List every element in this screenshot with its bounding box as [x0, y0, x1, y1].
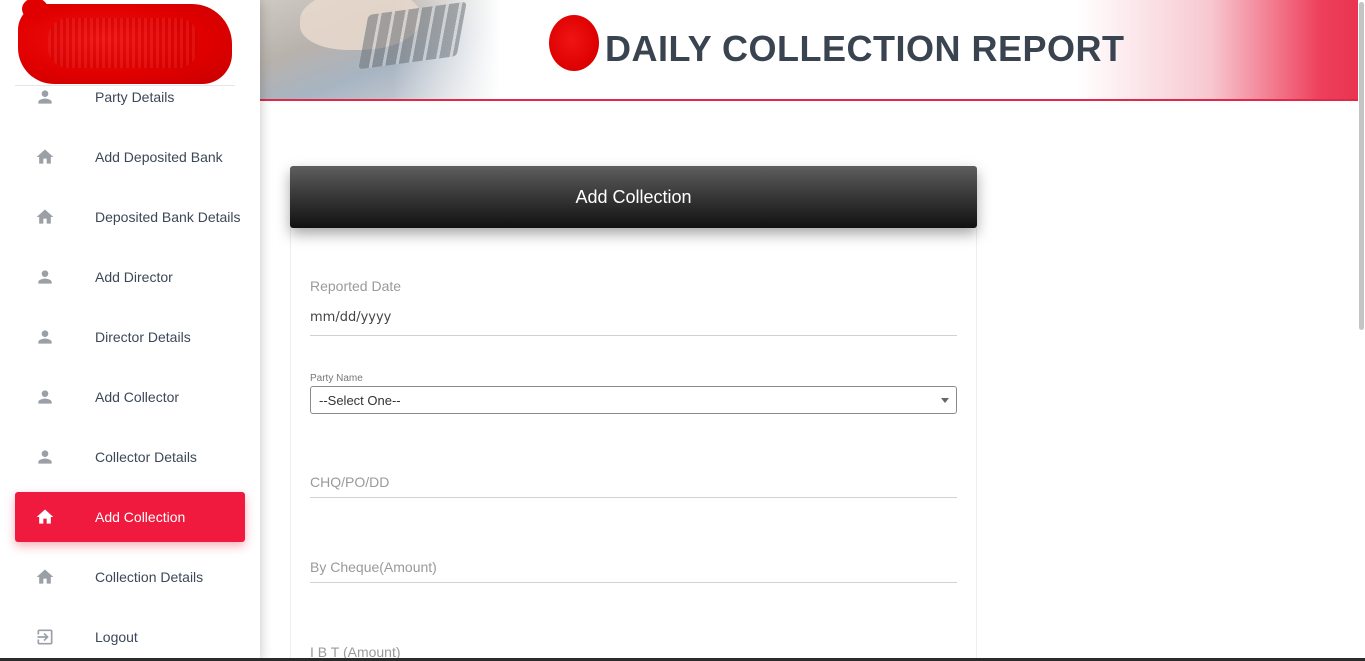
card-title: Add Collection — [575, 186, 692, 207]
sidebar-item-add-collector[interactable]: Add Collector — [15, 372, 245, 422]
sidebar-item-director-details[interactable]: Director Details — [15, 312, 245, 362]
sidebar-item-label: Director Details — [95, 329, 191, 345]
page-scrollbar[interactable] — [1358, 0, 1365, 661]
reported-date-input[interactable]: mm/dd/yyyy — [310, 310, 391, 325]
sidebar-item-label: Add Deposited Bank — [95, 149, 223, 165]
sidebar-item-label: Add Collection — [95, 509, 186, 525]
person-icon — [35, 87, 55, 107]
sidebar-item-add-director[interactable]: Add Director — [15, 252, 245, 302]
reported-date-label: Reported Date — [310, 278, 402, 294]
page-header: DAILY COLLECTION REPORT — [260, 0, 1365, 101]
chevron-down-icon — [941, 398, 949, 403]
sidebar-item-collection-details[interactable]: Collection Details — [15, 552, 245, 602]
home-icon — [35, 507, 55, 527]
field-underline — [310, 335, 957, 336]
reported-date-field[interactable]: Reported Date mm/dd/yyyy — [310, 278, 957, 336]
sidebar-item-label: Party Details — [95, 89, 175, 105]
sidebar-item-label: Collection Details — [95, 569, 204, 585]
party-name-selected: --Select One-- — [319, 392, 401, 408]
person-icon — [35, 447, 55, 467]
title-logo-redacted — [549, 15, 599, 71]
chq-po-dd-input[interactable] — [310, 474, 957, 490]
cheque-amount-field — [310, 559, 957, 585]
scrollbar-thumb[interactable] — [1359, 2, 1364, 330]
sidebar-item-label: Logout — [95, 629, 138, 645]
sidebar-item-label: Add Collector — [95, 389, 180, 405]
person-icon — [35, 267, 55, 287]
sidebar-nav: Party Details Add Deposited Bank Deposit… — [15, 72, 245, 661]
sidebar-item-party-details[interactable]: Party Details — [15, 72, 245, 122]
add-collection-card — [290, 196, 977, 661]
header-banner-photo — [260, 0, 500, 99]
party-name-select[interactable]: --Select One-- — [310, 386, 957, 414]
sidebar-item-collector-details[interactable]: Collector Details — [15, 432, 245, 482]
sidebar-item-label: Collector Details — [95, 449, 197, 465]
sidebar: Party Details Add Deposited Bank Deposit… — [0, 0, 260, 661]
home-icon — [35, 147, 55, 167]
sidebar-item-add-deposited-bank[interactable]: Add Deposited Bank — [15, 132, 245, 182]
field-underline — [310, 582, 957, 583]
sidebar-item-logout[interactable]: Logout — [15, 612, 245, 661]
card-header: Add Collection — [290, 166, 977, 228]
field-underline — [310, 497, 957, 498]
cheque-amount-input[interactable] — [310, 559, 957, 575]
person-icon — [35, 327, 55, 347]
sidebar-item-label: Add Director — [95, 269, 173, 285]
chq-po-dd-field — [310, 474, 957, 500]
sidebar-item-label: Deposited Bank Details — [95, 209, 241, 225]
party-name-label: Party Name — [310, 373, 363, 384]
person-icon — [35, 387, 55, 407]
sidebar-item-add-collection[interactable]: Add Collection — [15, 492, 245, 542]
party-name-field: Party Name --Select One-- — [310, 373, 957, 415]
home-icon — [35, 207, 55, 227]
sidebar-item-deposited-bank-details[interactable]: Deposited Bank Details — [15, 192, 245, 242]
logout-icon — [35, 627, 55, 647]
home-icon — [35, 567, 55, 587]
page-title: DAILY COLLECTION REPORT — [605, 28, 1125, 69]
